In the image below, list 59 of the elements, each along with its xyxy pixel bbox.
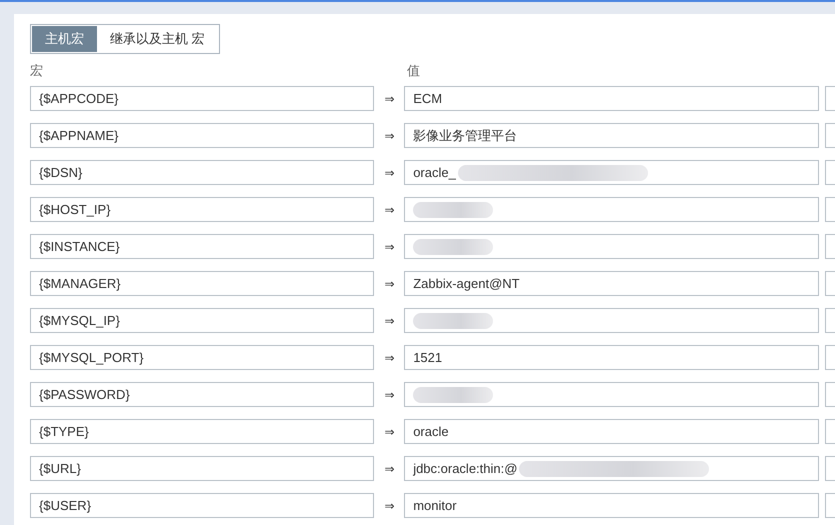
- arrow-text: ⇒: [383, 462, 396, 476]
- input-field[interactable]: [825, 456, 835, 481]
- input-field[interactable]: [825, 123, 835, 148]
- input-field[interactable]: {$TYPE}: [30, 419, 374, 444]
- arrow-text: ⇒: [383, 166, 396, 180]
- input-field[interactable]: ECM: [404, 86, 820, 111]
- arrow-text: ⇒: [383, 202, 396, 216]
- input-field[interactable]: oracle_: [404, 160, 820, 185]
- field-value: monitor: [413, 498, 457, 513]
- input-field[interactable]: {$URL}: [30, 456, 374, 481]
- input-field[interactable]: {$USER}: [30, 493, 374, 518]
- arrow-text: ⇒: [383, 92, 396, 106]
- input-field[interactable]: {$HOST_IP}: [30, 197, 374, 222]
- input-field[interactable]: {$APPCODE}: [30, 86, 374, 111]
- input-field[interactable]: [825, 345, 835, 370]
- arrow-text: ⇒: [383, 128, 396, 142]
- input-field[interactable]: [825, 160, 835, 185]
- field-value: 1521: [413, 350, 442, 365]
- tab[interactable]: 主机宏: [32, 26, 97, 52]
- field-value: Zabbix-agent@NT: [413, 276, 520, 291]
- arrow-text: ⇒: [383, 350, 396, 364]
- input-field[interactable]: {$MYSQL_IP}: [30, 308, 374, 333]
- input-field[interactable]: {$MYSQL_PORT}: [30, 345, 374, 370]
- input-field[interactable]: [825, 493, 835, 518]
- field-value: oracle: [413, 424, 449, 439]
- input-field[interactable]: [825, 308, 835, 333]
- input-field[interactable]: oracle: [404, 419, 820, 444]
- input-field[interactable]: [825, 86, 835, 111]
- field-value: ECM: [413, 91, 442, 106]
- arrow-text: ⇒: [383, 276, 396, 290]
- input-field[interactable]: 影像业务管理平台: [404, 123, 820, 148]
- input-field[interactable]: Zabbix-agent@NT: [404, 271, 820, 296]
- input-field[interactable]: {$PASSWORD}: [30, 382, 374, 407]
- input-field[interactable]: [825, 197, 835, 222]
- arrow-text: ⇒: [383, 240, 396, 254]
- input-field[interactable]: {$INSTANCE}: [30, 234, 374, 259]
- input-field[interactable]: [825, 271, 835, 296]
- input-field[interactable]: {$APPNAME}: [30, 123, 374, 148]
- column-header: 宏: [30, 62, 44, 80]
- arrow-text: ⇒: [383, 498, 396, 512]
- input-field[interactable]: [825, 419, 835, 444]
- field-value: oracle_: [413, 165, 456, 180]
- arrow-text: ⇒: [383, 314, 396, 328]
- input-field[interactable]: [825, 234, 835, 259]
- input-field[interactable]: [825, 382, 835, 407]
- column-header: 值: [407, 62, 420, 80]
- input-field[interactable]: 1521: [404, 345, 820, 370]
- input-field[interactable]: {$MANAGER}: [30, 271, 374, 296]
- field-value: 影像业务管理平台: [413, 126, 518, 144]
- arrow-text: ⇒: [383, 424, 396, 438]
- input-field[interactable]: jdbc:oracle:thin:@: [404, 456, 820, 481]
- input-field[interactable]: [404, 197, 820, 222]
- arrow-text: ⇒: [383, 388, 396, 402]
- input-field[interactable]: monitor: [404, 493, 820, 518]
- field-value: jdbc:oracle:thin:@: [413, 461, 518, 476]
- input-field[interactable]: [404, 382, 820, 407]
- input-field[interactable]: {$DSN}: [30, 160, 374, 185]
- input-field[interactable]: [404, 234, 820, 259]
- input-field[interactable]: [404, 308, 820, 333]
